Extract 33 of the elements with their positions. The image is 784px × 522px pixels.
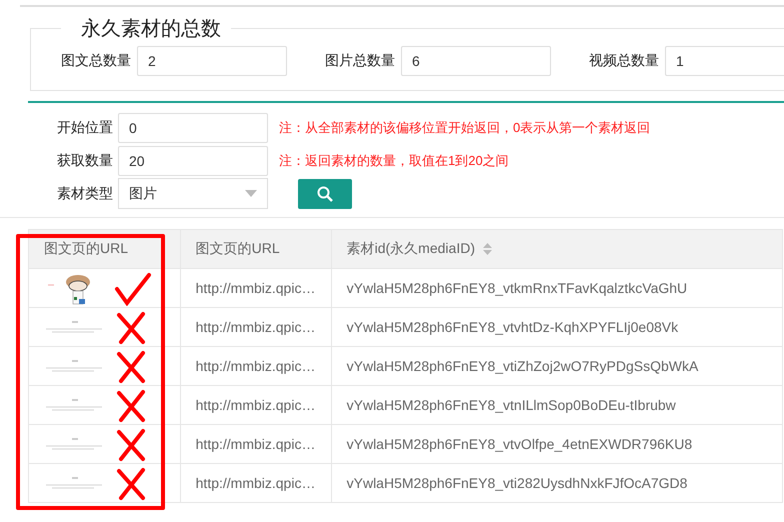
count-field[interactable]: 6: [401, 46, 551, 76]
type-dropdown[interactable]: 图片: [118, 178, 268, 209]
search-icon: [317, 186, 333, 202]
table-cell: http://mmbiz.qpic…: [180, 268, 332, 308]
count-field[interactable]: 2: [137, 46, 287, 76]
table-cell: vYwlaH5M28ph6FnEY8_vtvOlfpe_4etnEXWDR796KU8: [331, 424, 782, 464]
panel-title: 永久素材的总数: [80, 17, 222, 42]
field-label: 开始位置: [57, 118, 113, 136]
table-cell: vYwlaH5M28ph6FnEY8_vtiZhZoj2wO7RyPDgSsQbWkA: [331, 346, 782, 386]
check-mark-icon: [113, 272, 153, 306]
count-field[interactable]: 1: [665, 46, 784, 76]
table-cell: vYwlaH5M28ph6FnEY8_vti282UysdhNxkFJfOcA7GD8: [331, 464, 782, 502]
caret-icon: [245, 190, 257, 197]
input-field[interactable]: 0: [118, 112, 268, 142]
table-cell: vYwlaH5M28ph6FnEY8_vtvhtDz-KqhXPYFLIj0e08Vk: [331, 308, 782, 346]
table-cell: http://mmbiz.qpic…: [180, 464, 332, 502]
column-header[interactable]: 素材id(永久mediaID): [331, 230, 782, 268]
column-header: 图文页的URL: [180, 230, 332, 268]
table-cell: vYwlaH5M28ph6FnEY8_vtkmRnxTFavKqalztkcVaGhU: [331, 268, 782, 308]
input-field[interactable]: 20: [118, 146, 268, 176]
field-label: 获取数量: [57, 152, 113, 170]
search-button[interactable]: [298, 178, 352, 208]
hint-note: 注：从全部素材的该偏移位置开始返回，0表示从第一个素材返回: [279, 118, 650, 136]
table-cell: http://mmbiz.qpic…: [180, 424, 332, 464]
table-cell: http://mmbiz.qpic…: [180, 346, 332, 386]
table-cell: vYwlaH5M28ph6FnEY8_vtnILlmSop0BoDEu-tIbrubw: [331, 386, 782, 424]
hint-note: 注：返回素材的数量，取值在1到20之间: [279, 152, 509, 170]
field-label: 素材类型: [57, 184, 113, 202]
field-label: 图文总数量: [61, 52, 131, 70]
table-cell: http://mmbiz.qpic…: [180, 386, 332, 424]
field-label: 视频总数量: [589, 52, 659, 70]
table-cell: http://mmbiz.qpic…: [180, 308, 332, 346]
field-label: 图片总数量: [325, 52, 395, 70]
